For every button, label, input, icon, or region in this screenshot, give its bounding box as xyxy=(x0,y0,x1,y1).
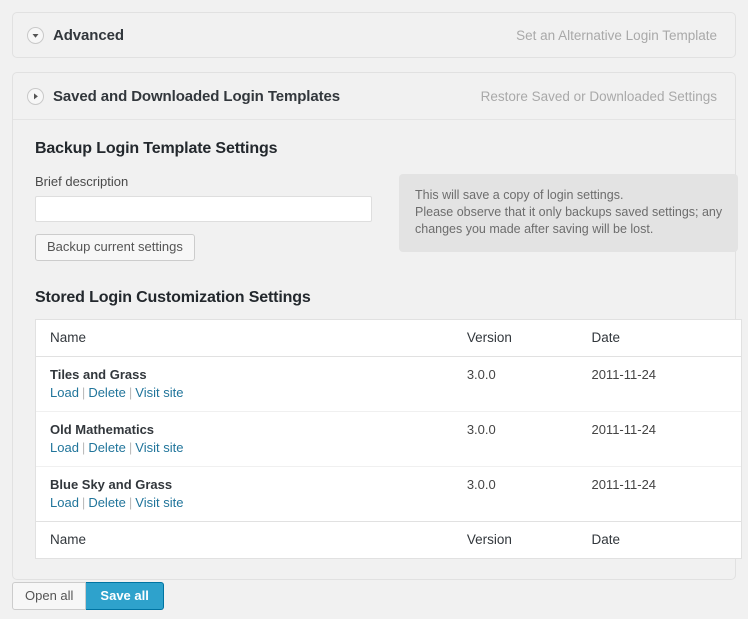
table-head: Name Version Date xyxy=(36,320,741,357)
panel-advanced-header-left: Advanced xyxy=(27,27,124,44)
settings-page: Advanced Set an Alternative Login Templa… xyxy=(0,12,748,619)
table-header-row: Name Version Date xyxy=(36,320,741,357)
row-name-cell: Old Mathematics Load | Delete | Visit site xyxy=(36,411,467,467)
row-actions: Load | Delete | Visit site xyxy=(50,385,183,400)
delete-link[interactable]: Delete xyxy=(88,385,126,400)
brief-description-input[interactable] xyxy=(35,196,372,222)
delete-link[interactable]: Delete xyxy=(88,440,126,455)
backup-area: Brief description Backup current setting… xyxy=(35,174,739,261)
panel-advanced-subtitle: Set an Alternative Login Template xyxy=(516,28,717,43)
backup-current-settings-button[interactable]: Backup current settings xyxy=(35,234,195,261)
row-actions: Load | Delete | Visit site xyxy=(50,440,183,455)
template-name: Tiles and Grass xyxy=(50,367,147,382)
panel-saved-templates-header-left: Saved and Downloaded Login Templates xyxy=(27,87,340,105)
column-header-date[interactable]: Date xyxy=(591,320,741,357)
stored-settings-title: Stored Login Customization Settings xyxy=(35,289,311,306)
template-name: Blue Sky and Grass xyxy=(50,477,173,492)
panel-saved-templates-header[interactable]: Saved and Downloaded Login Templates Res… xyxy=(13,73,735,120)
footer-actions: Open all Save all xyxy=(12,582,164,610)
panel-advanced-header[interactable]: Advanced Set an Alternative Login Templa… xyxy=(13,13,735,58)
action-separator: | xyxy=(128,385,133,400)
stored-settings-table-wrap: Name Version Date Tiles and Grass Load | D… xyxy=(35,319,742,559)
backup-info-line-2: Please observe that it only backups save… xyxy=(415,205,723,219)
panel-advanced: Advanced Set an Alternative Login Templa… xyxy=(12,12,736,58)
row-date-cell: 2011-11-24 xyxy=(591,356,741,412)
delete-link[interactable]: Delete xyxy=(88,495,126,510)
row-actions: Load | Delete | Visit site xyxy=(50,495,183,510)
table-footer-row: Name Version Date xyxy=(36,521,741,558)
table-row: Old Mathematics Load | Delete | Visit site 3… xyxy=(36,411,741,467)
stored-settings-table: Name Version Date Tiles and Grass Load | D… xyxy=(36,320,741,558)
table-body: Tiles and Grass Load | Delete | Visit site 3… xyxy=(36,356,741,522)
load-link[interactable]: Load xyxy=(50,440,79,455)
column-footer-name[interactable]: Name xyxy=(36,521,467,558)
row-version-cell: 3.0.0 xyxy=(466,411,592,467)
row-date-cell: 2011-11-24 xyxy=(591,477,657,492)
action-separator: | xyxy=(128,440,133,455)
column-header-version[interactable]: Version xyxy=(466,320,592,357)
table-row: Tiles and Grass Load | Delete | Visit site 3… xyxy=(36,356,741,412)
template-name: Old Mathematics xyxy=(50,422,155,437)
brief-description-label: Brief description xyxy=(35,174,129,189)
open-all-button[interactable]: Open all xyxy=(12,582,87,610)
table-row: Blue Sky and Grass Load | Delete | Visit sit… xyxy=(36,467,741,522)
row-name-cell: Tiles and Grass Load | Delete | Visit site xyxy=(36,356,467,412)
visit-site-link[interactable]: Visit site xyxy=(135,385,183,400)
chevron-down-circle-icon[interactable] xyxy=(27,27,44,44)
backup-section-title: Backup Login Template Settings xyxy=(35,140,278,157)
panel-advanced-title: Advanced xyxy=(53,27,124,44)
row-date-cell: 2011-11-24 xyxy=(591,411,741,467)
visit-site-link[interactable]: Visit site xyxy=(135,495,183,510)
row-version-cell: 3.0.0 xyxy=(466,356,592,412)
panel-saved-templates-title: Saved and Downloaded Login Templates xyxy=(53,87,340,105)
panel-saved-templates-body: Backup Login Template Settings Brief des… xyxy=(13,120,742,559)
visit-site-link[interactable]: Visit site xyxy=(135,440,183,455)
load-link[interactable]: Load xyxy=(50,495,79,510)
panel-saved-templates-subtitle: Restore Saved or Downloaded Settings xyxy=(480,88,717,104)
panel-saved-templates: Saved and Downloaded Login Templates Res… xyxy=(12,72,742,580)
action-separator: | xyxy=(81,440,86,455)
action-separator: | xyxy=(81,495,86,510)
column-footer-date[interactable]: Date xyxy=(591,521,741,558)
row-version-cell: 3.0.0 xyxy=(466,477,496,492)
table-foot: Name Version Date xyxy=(36,521,741,558)
backup-info-line-1: This will save a copy of login settings. xyxy=(415,188,624,202)
column-header-name[interactable]: Name xyxy=(36,320,467,357)
save-all-button[interactable]: Save all xyxy=(86,582,164,610)
row-name-cell: Blue Sky and Grass Load | Delete | Visit sit… xyxy=(36,467,467,522)
column-footer-version[interactable]: Version xyxy=(466,521,592,558)
backup-form: Brief description Backup current setting… xyxy=(35,174,385,261)
backup-info-line-3: changes you made after saving will be lo… xyxy=(415,222,654,236)
backup-info-box: This will save a copy of login settings.… xyxy=(399,174,739,252)
load-link[interactable]: Load xyxy=(50,385,79,400)
chevron-right-circle-icon[interactable] xyxy=(27,87,44,105)
action-separator: | xyxy=(81,385,86,400)
action-separator: | xyxy=(128,495,133,510)
